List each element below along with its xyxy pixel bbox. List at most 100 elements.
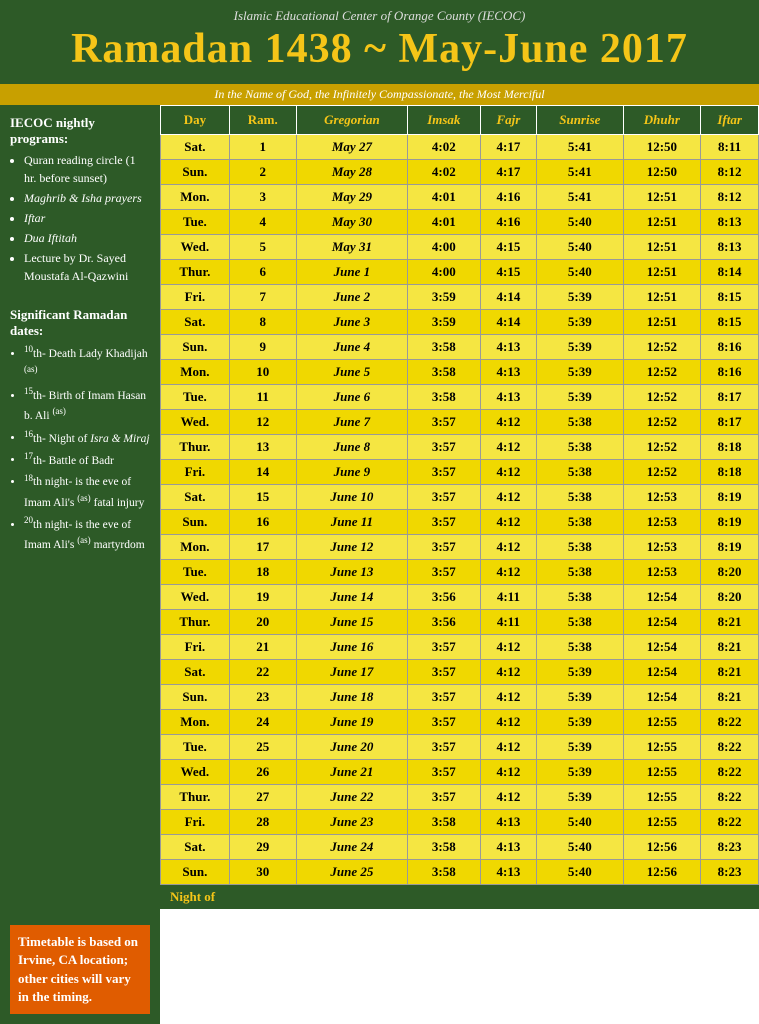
table-cell: Fri. [161,285,230,310]
table-cell: 13 [229,435,296,460]
table-cell: 8:20 [701,585,759,610]
table-cell: 4:12 [480,560,537,585]
table-cell: 3:58 [408,835,481,860]
table-cell: June 11 [296,510,407,535]
table-cell: 8:15 [701,285,759,310]
table-cell: 8:14 [701,260,759,285]
table-cell: Fri. [161,635,230,660]
table-cell: 4:12 [480,785,537,810]
table-cell: 4:13 [480,360,537,385]
table-cell: 12:52 [623,385,701,410]
table-cell: 5:38 [537,560,623,585]
table-cell: 8:12 [701,160,759,185]
table-cell: 4:13 [480,335,537,360]
table-cell: 21 [229,635,296,660]
table-row: Thur.27June 223:574:125:3912:558:22 [161,785,759,810]
table-cell: Sat. [161,310,230,335]
table-cell: 12:51 [623,310,701,335]
table-cell: 4:12 [480,660,537,685]
table-cell: 4:12 [480,535,537,560]
table-row: Mon.10June 53:584:135:3912:528:16 [161,360,759,385]
table-row: Sun.16June 113:574:125:3812:538:19 [161,510,759,535]
table-cell: Sat. [161,485,230,510]
table-cell: 4:01 [408,210,481,235]
dates-title: Significant Ramadan dates: [10,307,150,339]
table-cell: 3:57 [408,760,481,785]
programs-section: IECOC nightly programs: Quran reading ci… [10,115,150,287]
table-cell: 8:16 [701,360,759,385]
table-cell: 12:50 [623,135,701,160]
table-cell: 4:16 [480,210,537,235]
table-cell: 4:13 [480,810,537,835]
program-item-2: Maghrib & Isha prayers [24,189,150,207]
table-cell: 4:00 [408,260,481,285]
date-item-5: 18th night- is the eve of Imam Ali's (as… [24,472,150,512]
table-cell: 8:11 [701,135,759,160]
table-cell: 5:41 [537,135,623,160]
table-cell: 20 [229,610,296,635]
table-cell: Wed. [161,760,230,785]
table-row: Tue.4May 304:014:165:4012:518:13 [161,210,759,235]
table-cell: 4:13 [480,860,537,885]
table-header-row: Day Ram. Gregorian Imsak Fajr Sunrise Dh… [161,106,759,135]
table-cell: 8:22 [701,710,759,735]
table-cell: June 23 [296,810,407,835]
table-cell: May 31 [296,235,407,260]
table-cell: 12:54 [623,660,701,685]
table-cell: 12:53 [623,560,701,585]
table-cell: 12:52 [623,360,701,385]
dates-section: Significant Ramadan dates: 10th- Death L… [10,307,150,556]
table-cell: June 21 [296,760,407,785]
table-cell: 4:16 [480,185,537,210]
table-cell: 4:12 [480,710,537,735]
table-row: Sat.8June 33:594:145:3912:518:15 [161,310,759,335]
table-cell: Sat. [161,660,230,685]
table-cell: 3:57 [408,785,481,810]
table-cell: Fri. [161,460,230,485]
table-cell: 4:11 [480,610,537,635]
table-cell: 24 [229,710,296,735]
table-cell: 11 [229,385,296,410]
table-row: Fri.14June 93:574:125:3812:528:18 [161,460,759,485]
table-cell: Mon. [161,360,230,385]
table-cell: 5:38 [537,485,623,510]
table-cell: 28 [229,810,296,835]
table-cell: 12:52 [623,410,701,435]
prayer-times-table: Day Ram. Gregorian Imsak Fajr Sunrise Dh… [160,105,759,885]
table-cell: 8:20 [701,560,759,585]
table-cell: 18 [229,560,296,585]
table-cell: 8:17 [701,410,759,435]
table-cell: June 18 [296,685,407,710]
table-row: Sat.15June 103:574:125:3812:538:19 [161,485,759,510]
table-cell: 5:39 [537,285,623,310]
date-item-6: 20th night- is the eve of Imam Ali's (as… [24,514,150,554]
date-item-2: 15th- Birth of Imam Hasan b. Ali (as) [24,385,150,425]
table-cell: 12:54 [623,635,701,660]
table-row: Sat.1May 274:024:175:4112:508:11 [161,135,759,160]
table-cell: 12:51 [623,210,701,235]
table-row: Fri.21June 163:574:125:3812:548:21 [161,635,759,660]
table-cell: 12:54 [623,685,701,710]
table-cell: 5:38 [537,460,623,485]
table-cell: 8:22 [701,760,759,785]
table-cell: 5 [229,235,296,260]
table-cell: 12 [229,410,296,435]
table-cell: June 17 [296,660,407,685]
table-cell: 8:18 [701,435,759,460]
table-cell: June 13 [296,560,407,585]
table-cell: Tue. [161,210,230,235]
table-cell: 8:18 [701,460,759,485]
table-row: Sat.22June 173:574:125:3912:548:21 [161,660,759,685]
table-cell: June 22 [296,785,407,810]
programs-list: Quran reading circle (1 hr. before sunse… [10,151,150,285]
table-cell: 12:52 [623,335,701,360]
table-cell: 4:02 [408,160,481,185]
table-row: Wed.19June 143:564:115:3812:548:20 [161,585,759,610]
table-cell: Sat. [161,135,230,160]
table-cell: 5:40 [537,835,623,860]
table-cell: 16 [229,510,296,535]
table-cell: 5:40 [537,235,623,260]
table-cell: 5:38 [537,410,623,435]
table-cell: 12:55 [623,710,701,735]
table-cell: Tue. [161,735,230,760]
